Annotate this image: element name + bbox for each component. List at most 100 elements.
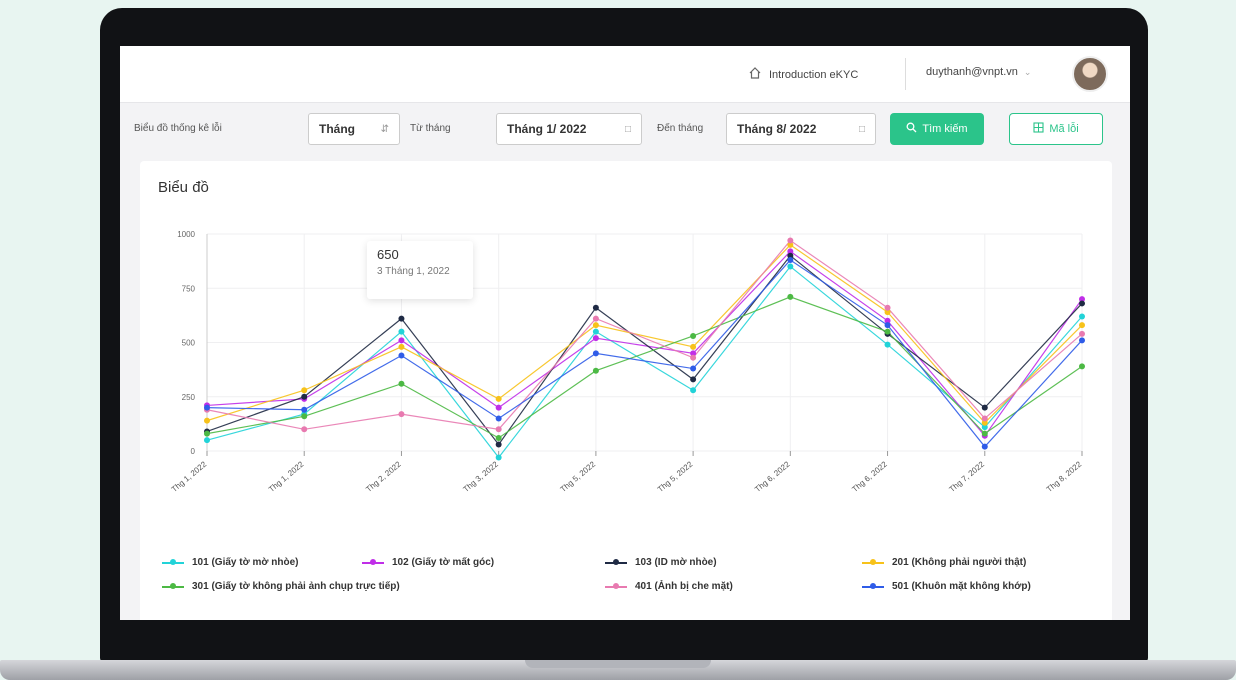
y-tick-label: 0 [191, 447, 196, 456]
legend-item[interactable]: 201 (Không phải người thật) [862, 557, 1026, 568]
avatar[interactable] [1072, 56, 1108, 92]
header-divider [905, 58, 906, 90]
tooltip-value: 650 [377, 247, 399, 262]
search-button[interactable]: Tìm kiếm [890, 113, 984, 145]
data-point [495, 454, 502, 461]
laptop-notch [525, 660, 711, 668]
data-point [787, 263, 794, 270]
legend-label: 201 (Không phải người thật) [892, 557, 1027, 568]
calendar-icon: □ [858, 123, 865, 135]
tooltip-label: 3 Tháng 1, 2022 [377, 266, 450, 277]
period-select[interactable]: Tháng ⇵ [308, 113, 400, 145]
x-tick-label: Thg 1, 2022 [170, 459, 209, 494]
data-point [1079, 313, 1085, 320]
legend-swatch [605, 582, 627, 589]
x-tick-label: Thg 7, 2022 [948, 459, 987, 494]
data-point [301, 393, 308, 400]
data-point [690, 376, 697, 383]
data-point [398, 380, 405, 387]
period-value: Tháng [319, 122, 355, 136]
data-point [495, 434, 502, 441]
data-point [398, 315, 405, 322]
data-point [301, 413, 308, 420]
laptop-base [0, 660, 1236, 680]
user-menu[interactable]: duythanh@vnpt.vn ⌄ [926, 66, 1031, 78]
data-point [981, 415, 988, 422]
data-point [690, 354, 697, 361]
data-point [787, 257, 794, 264]
data-point [592, 350, 599, 357]
legend-swatch [605, 558, 627, 565]
series-line [206, 296, 1083, 439]
data-point [592, 322, 599, 329]
data-point [787, 237, 794, 244]
legend-swatch [162, 558, 184, 565]
data-point [1079, 337, 1085, 344]
error-code-button[interactable]: Mã lỗi [1009, 113, 1103, 145]
data-point [1079, 363, 1085, 370]
data-point [592, 335, 599, 342]
legend-item[interactable]: 103 (ID mờ nhòe) [605, 557, 717, 568]
data-point [398, 343, 405, 350]
chevron-down-icon: ⌄ [1023, 66, 1032, 77]
y-tick-label: 750 [182, 284, 196, 293]
legend-swatch [362, 558, 384, 565]
data-point [690, 365, 697, 372]
data-point [398, 411, 405, 418]
from-label: Từ tháng [410, 123, 451, 134]
legend-label: 101 (Giấy tờ mờ nhòe) [192, 557, 299, 568]
legend-label: 103 (ID mờ nhòe) [635, 557, 717, 568]
y-tick-label: 1000 [177, 230, 195, 239]
data-point [301, 387, 308, 394]
data-point [301, 406, 308, 413]
data-point [204, 437, 210, 444]
legend-item[interactable]: 501 (Khuôn mặt không khớp) [862, 581, 1031, 592]
legend-item[interactable]: 102 (Giấy tờ mất góc) [362, 557, 494, 568]
x-tick-label: Thg 5, 2022 [559, 459, 598, 494]
filter-title: Biểu đồ thống kê lỗi [134, 123, 222, 134]
to-month-picker[interactable]: Tháng 8/ 2022 □ [726, 113, 876, 145]
from-month-picker[interactable]: Tháng 1/ 2022 □ [496, 113, 642, 145]
legend-swatch [162, 582, 184, 589]
filter-bar: Biểu đồ thống kê lỗi Tháng ⇵ Từ tháng Th… [120, 103, 1130, 157]
data-point [592, 315, 599, 322]
data-point [204, 417, 210, 424]
data-point [981, 443, 988, 450]
app-screen: Introduction eKYC duythanh@vnpt.vn ⌄ Biể… [120, 46, 1130, 620]
search-label: Tìm kiếm [922, 123, 968, 135]
data-point [398, 352, 405, 359]
data-point [884, 341, 891, 348]
data-point [398, 328, 405, 335]
y-tick-label: 250 [182, 393, 196, 402]
legend-label: 102 (Giấy tờ mất góc) [392, 557, 495, 568]
data-point [204, 404, 210, 411]
data-point [495, 404, 502, 411]
calendar-icon: □ [624, 123, 631, 135]
data-point [884, 328, 891, 335]
data-point [495, 441, 502, 448]
data-point [690, 343, 697, 350]
legend-item[interactable]: 101 (Giấy tờ mờ nhòe) [162, 557, 298, 568]
data-point [884, 322, 891, 329]
legend-item[interactable]: 301 (Giấy tờ không phải ảnh chụp trực ti… [162, 581, 400, 592]
legend-swatch [862, 582, 884, 589]
x-tick-label: Thg 5, 2022 [656, 459, 695, 494]
intro-link[interactable]: Introduction eKYC [748, 66, 858, 83]
data-point [690, 387, 697, 394]
x-tick-label: Thg 1, 2022 [267, 459, 306, 494]
legend-swatch [862, 558, 884, 565]
data-point [981, 430, 988, 437]
intro-label: Introduction eKYC [769, 68, 859, 81]
from-month-value: Tháng 1/ 2022 [507, 122, 587, 136]
chart-tooltip: 650 3 Tháng 1, 2022 [367, 241, 473, 299]
legend-label: 401 (Ảnh bị che mặt) [635, 581, 733, 592]
grid-icon [1033, 122, 1044, 136]
legend-item[interactable]: 401 (Ảnh bị che mặt) [605, 581, 733, 592]
x-tick-label: Thg 3, 2022 [461, 459, 500, 494]
data-point [1079, 322, 1085, 329]
line-chart: 0 250 500 750 1000 Thg 1, 2022 Thg 1, 2022 Thg … [170, 230, 1085, 494]
data-point [592, 304, 599, 311]
legend-label: 501 (Khuôn mặt không khớp) [892, 581, 1031, 592]
data-point [690, 332, 697, 339]
legend-label: 301 (Giấy tờ không phải ảnh chụp trực ti… [192, 581, 400, 592]
